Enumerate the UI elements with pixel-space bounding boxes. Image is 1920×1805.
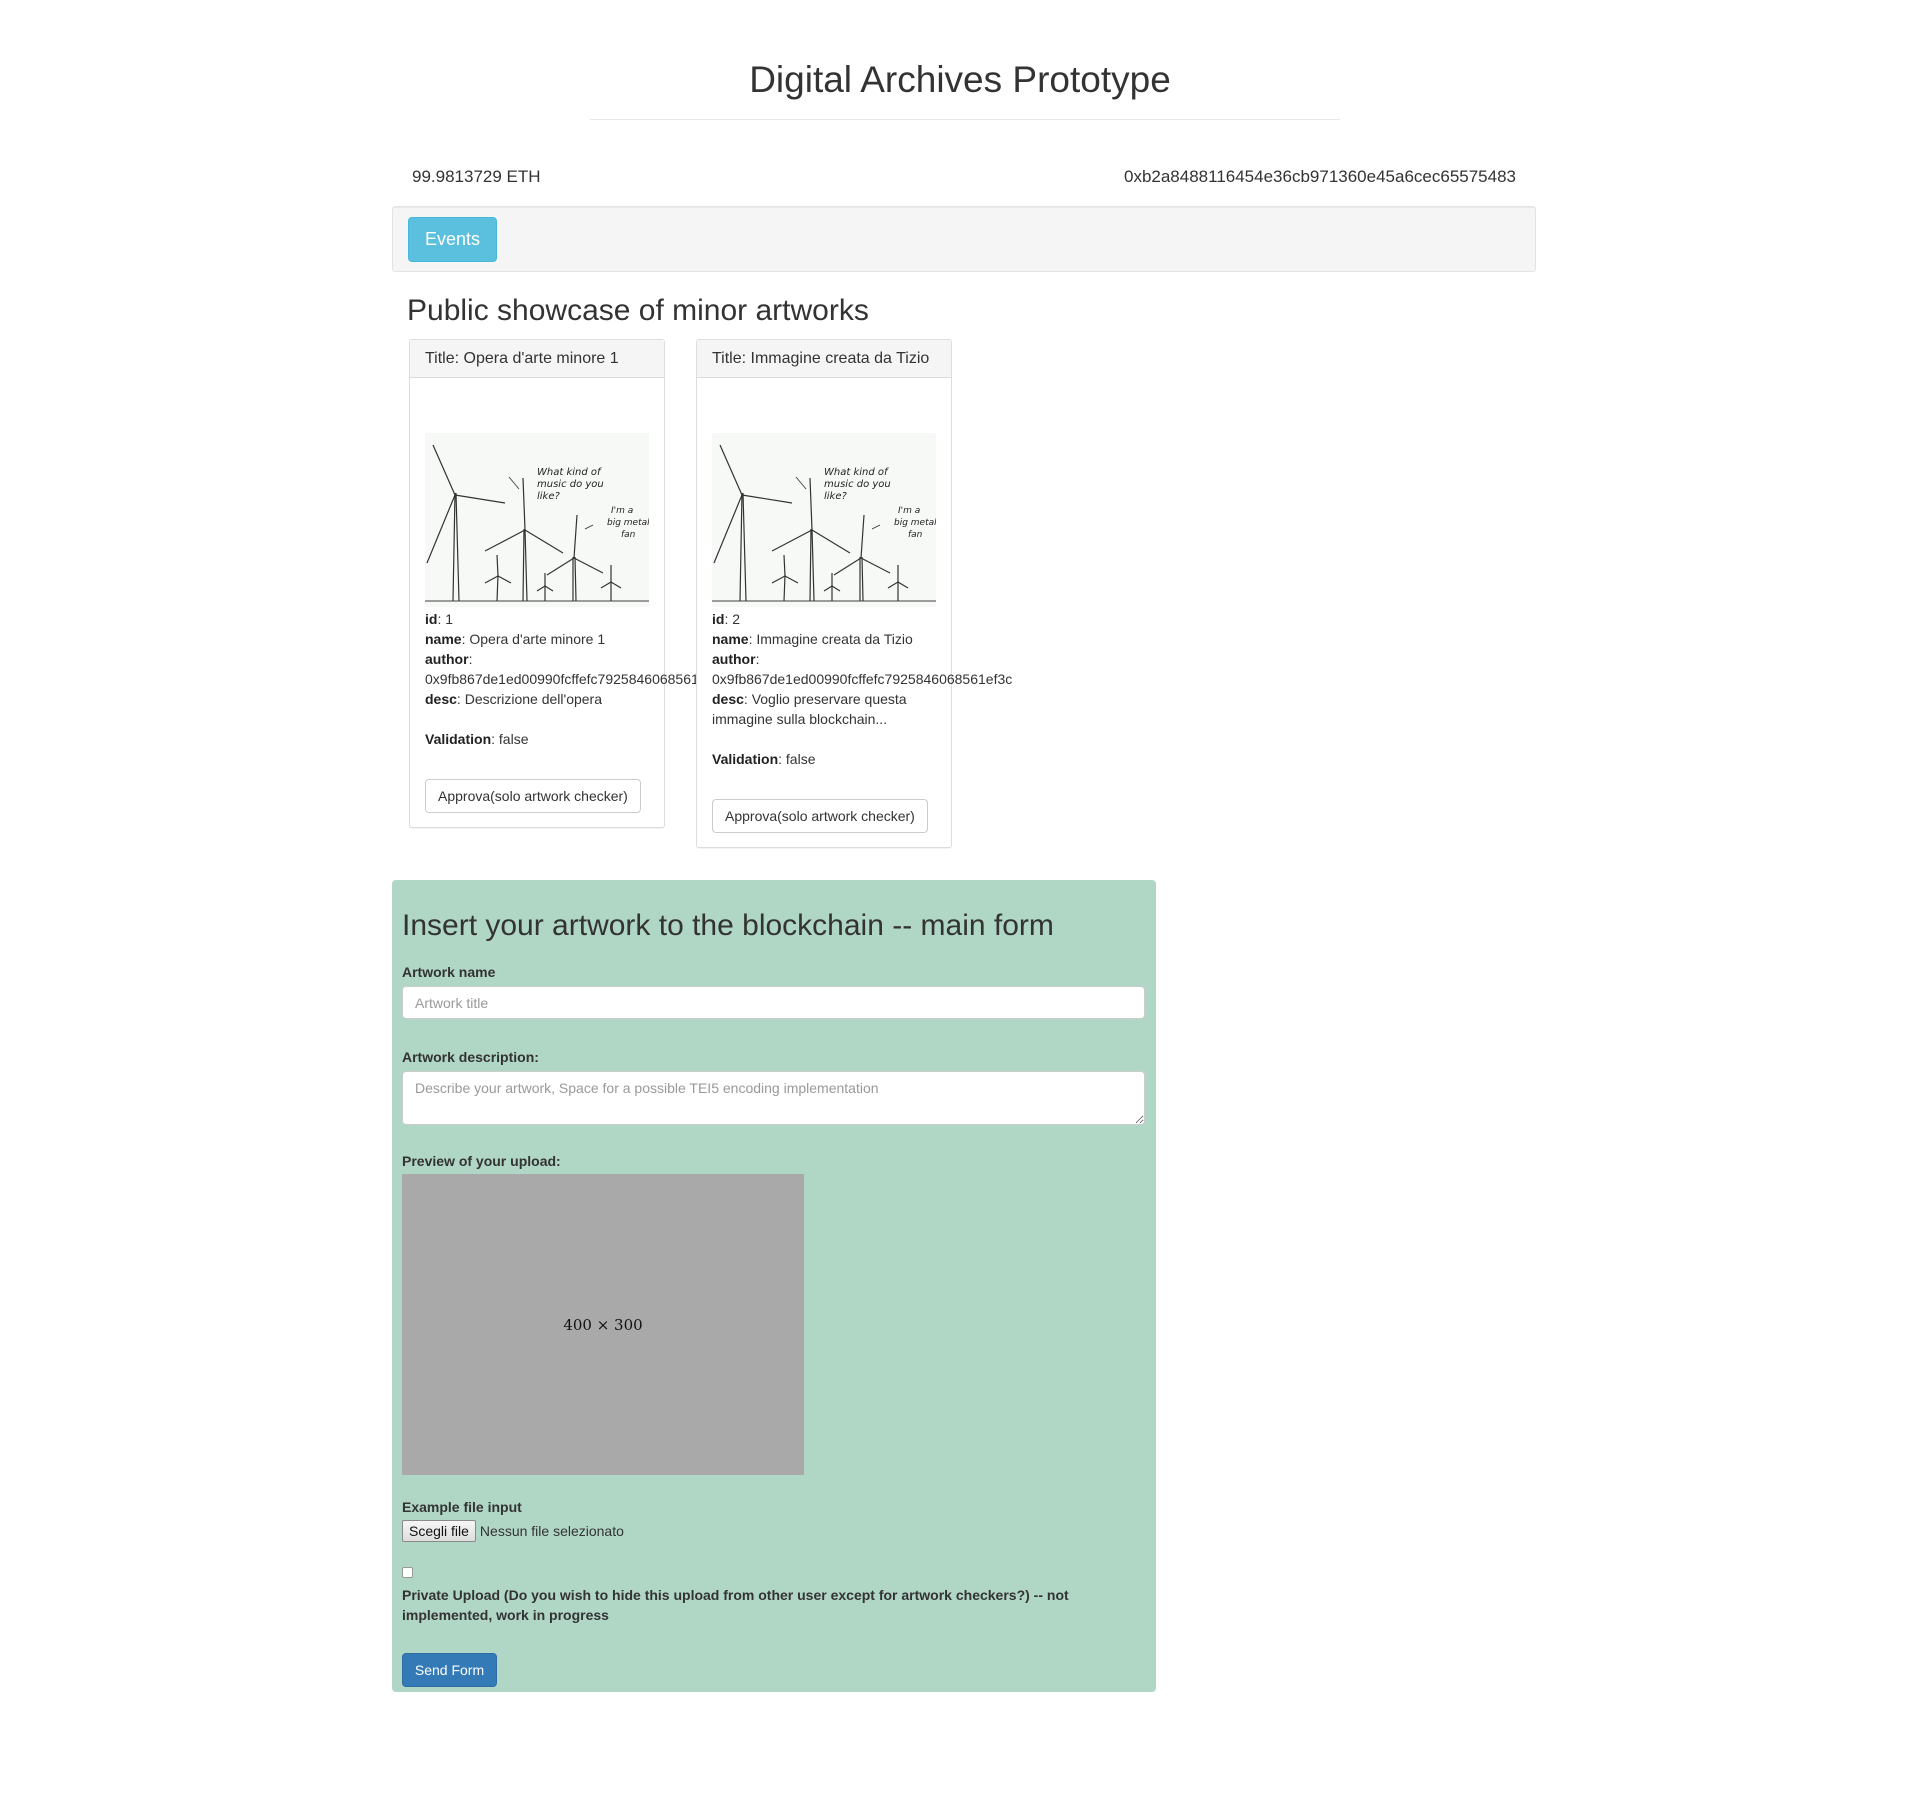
nav-bar: Events — [392, 206, 1536, 272]
card-body: What kind of music do you like? I'm a bi… — [410, 433, 703, 827]
author-label: author — [425, 651, 469, 667]
name-label: name — [712, 631, 749, 647]
file-input-label: Example file input — [402, 1499, 522, 1515]
upload-preview-image: 400 × 300 — [402, 1174, 804, 1475]
artwork-author: 0x9fb867de1ed00990fcffefc7925846068561ef… — [425, 671, 703, 687]
validation-status: false — [785, 751, 816, 767]
svg-text:What kind of: What kind of — [537, 467, 602, 478]
approve-button[interactable]: Approva(solo artwork checker) — [712, 799, 928, 833]
card-body: What kind of music do you like? I'm a bi… — [697, 433, 1013, 847]
artwork-name-label: Artwork name — [402, 964, 496, 980]
artwork-name-input[interactable] — [402, 986, 1145, 1019]
id-label: id — [425, 611, 438, 627]
validation-label: Validation — [712, 751, 779, 767]
card-fields: id: 2 name: Immagine creata da Tizio aut… — [712, 611, 1013, 767]
account-address: 0xb2a8488116454e36cb971360e45a6cec655754… — [1123, 167, 1516, 186]
svg-text:What kind of: What kind of — [824, 467, 889, 478]
svg-text:like?: like? — [537, 491, 561, 502]
artwork-description-textarea[interactable] — [402, 1071, 1145, 1125]
svg-text:music do you: music do you — [824, 479, 891, 490]
card-title: Title: Immagine creata da Tizio — [697, 340, 951, 378]
artwork-card: Title: Opera d'arte minore 1 What kind o… — [409, 339, 703, 828]
svg-text:music do you: music do you — [537, 479, 604, 490]
name-label: name — [425, 631, 462, 647]
eth-balance: 99.9813729 ETH — [412, 167, 541, 186]
validation-label: Validation — [425, 731, 492, 747]
artwork-name: Immagine creata da Tizio — [756, 631, 913, 647]
private-upload-checkbox[interactable] — [402, 1567, 413, 1578]
artwork-name: Opera d'arte minore 1 — [469, 631, 606, 647]
file-input: Scegli file Nessun file selezionato — [402, 1520, 624, 1542]
svg-text:big metal: big metal — [607, 518, 649, 528]
svg-text:fan: fan — [621, 530, 636, 540]
card-fields: id: 1 name: Opera d'arte minore 1 author… — [425, 611, 703, 747]
showcase-title: Public showcase of minor artworks — [407, 294, 869, 327]
id-label: id — [712, 611, 725, 627]
title-divider — [590, 119, 1340, 120]
artwork-form: Insert your artwork to the blockchain --… — [392, 880, 1156, 1692]
wind-turbines-comic-image: What kind of music do you like? I'm a bi… — [425, 433, 649, 607]
file-status: Nessun file selezionato — [479, 1523, 624, 1539]
svg-text:fan: fan — [908, 530, 923, 540]
private-upload-label: Private Upload (Do you wish to hide this… — [402, 1587, 1069, 1623]
card-title: Title: Opera d'arte minore 1 — [410, 340, 664, 378]
form-title: Insert your artwork to the blockchain --… — [402, 909, 1054, 942]
validation-status: false — [498, 731, 529, 747]
artwork-author: 0x9fb867de1ed00990fcffefc7925846068561ef… — [712, 671, 1013, 687]
artwork-id: 1 — [445, 611, 454, 627]
desc-label: desc — [712, 691, 744, 707]
artwork-card: Title: Immagine creata da Tizio What kin… — [696, 339, 1013, 848]
artwork-desc: Descrizione dell'opera — [464, 691, 603, 707]
wind-turbines-comic-image: What kind of music do you like? I'm a bi… — [712, 433, 936, 607]
artwork-description-label: Artwork description: — [402, 1049, 539, 1065]
author-label: author — [712, 651, 756, 667]
page: Digital Archives Prototype 99.9813729 ET… — [0, 0, 1920, 1805]
preview-label: Preview of your upload: — [402, 1153, 561, 1169]
choose-file-button[interactable]: Scegli file — [402, 1520, 476, 1542]
page-title: Digital Archives Prototype — [749, 59, 1171, 100]
svg-text:I'm a: I'm a — [898, 506, 920, 516]
approve-button[interactable]: Approva(solo artwork checker) — [425, 779, 641, 813]
preview-placeholder-text: 400 × 300 — [563, 1315, 643, 1334]
desc-label: desc — [425, 691, 457, 707]
send-form-button[interactable]: Send Form — [402, 1653, 497, 1687]
svg-text:I'm a: I'm a — [611, 506, 633, 516]
events-button[interactable]: Events — [408, 217, 497, 262]
artwork-id: 2 — [732, 611, 741, 627]
svg-text:like?: like? — [824, 491, 848, 502]
svg-text:big metal: big metal — [894, 518, 936, 528]
